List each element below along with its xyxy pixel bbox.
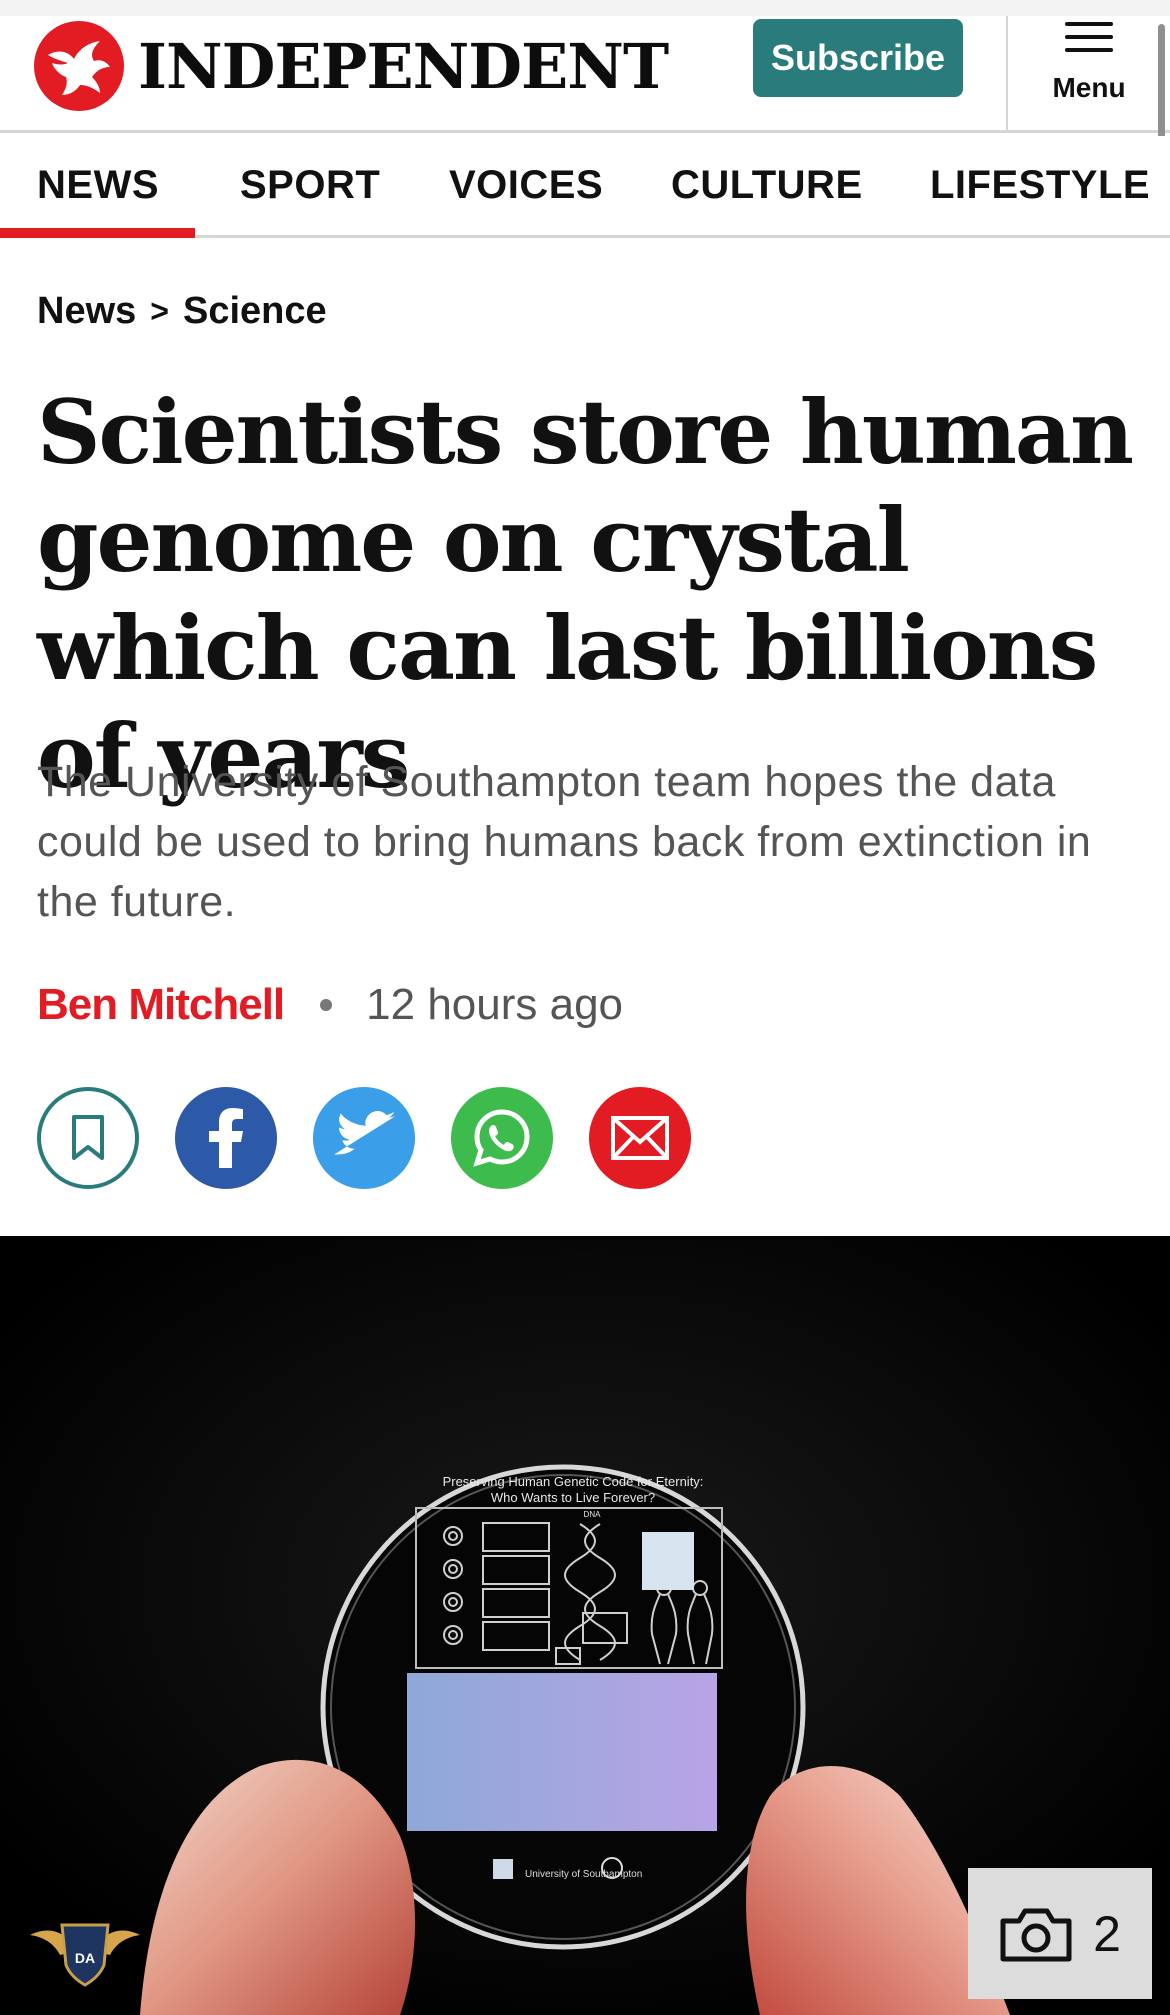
breadcrumb-news-link[interactable]: News bbox=[37, 290, 136, 333]
article-headline: Scientists store human genome on crystal… bbox=[37, 380, 1134, 808]
subscribe-button[interactable]: Subscribe bbox=[753, 19, 963, 97]
nav-item-news[interactable]: NEWS bbox=[0, 136, 195, 238]
byline-dot bbox=[320, 999, 333, 1011]
facebook-share-button[interactable] bbox=[175, 1087, 277, 1189]
nav-item-voices[interactable]: VOICES bbox=[449, 136, 603, 235]
section-nav: NEWS SPORT VOICES CULTURE LIFESTYLE bbox=[0, 136, 1170, 238]
share-bar bbox=[37, 1087, 691, 1189]
site-logo[interactable]: INDEPENDENT bbox=[34, 16, 669, 116]
nav-item-lifestyle[interactable]: LIFESTYLE bbox=[930, 136, 1150, 235]
menu-label: Menu bbox=[1052, 72, 1126, 103]
eagle-logo-icon bbox=[34, 21, 124, 111]
whatsapp-icon bbox=[473, 1109, 530, 1167]
email-share-button[interactable] bbox=[589, 1087, 691, 1189]
status-strip bbox=[0, 0, 1170, 16]
email-icon bbox=[611, 1116, 669, 1160]
photo-count: 2 bbox=[1093, 1905, 1121, 1962]
crystal-dna-label: DNA bbox=[584, 1510, 602, 1519]
hamburger-icon bbox=[1065, 22, 1113, 52]
breadcrumb-science-link[interactable]: Science bbox=[183, 290, 327, 333]
whatsapp-share-button[interactable] bbox=[451, 1087, 553, 1189]
twitter-icon bbox=[334, 1111, 396, 1155]
author-link[interactable]: Ben Mitchell bbox=[37, 980, 285, 1030]
crystal-footer-label: University of Southampton bbox=[525, 1869, 642, 1880]
crystal-title-line2: Who Wants to Live Forever? bbox=[491, 1490, 655, 1505]
nav-item-culture[interactable]: CULTURE bbox=[671, 136, 863, 235]
nav-item-sport[interactable]: SPORT bbox=[240, 136, 380, 235]
breadcrumb-separator: > bbox=[150, 293, 169, 329]
photo-gallery-button[interactable]: 2 bbox=[968, 1868, 1152, 1999]
camera-icon bbox=[1000, 1908, 1072, 1961]
site-header: INDEPENDENT Subscribe Menu bbox=[0, 16, 1170, 133]
breadcrumb: News > Science bbox=[37, 290, 327, 333]
bookmark-button[interactable] bbox=[37, 1087, 139, 1189]
menu-button[interactable]: Menu bbox=[1006, 16, 1170, 133]
article-standfirst: The University of Southampton team hopes… bbox=[37, 758, 1092, 926]
facebook-icon bbox=[209, 1108, 243, 1168]
brand-wordmark: INDEPENDENT bbox=[138, 29, 669, 103]
svg-text:DA: DA bbox=[75, 1950, 95, 1966]
twitter-share-button[interactable] bbox=[313, 1087, 415, 1189]
bookmark-icon bbox=[72, 1115, 104, 1160]
published-time: 12 hours ago bbox=[366, 980, 624, 1029]
crystal-title-line1: Preserving Human Genetic Code for Eterni… bbox=[443, 1474, 704, 1489]
byline: Ben Mitchell 12 hours ago bbox=[37, 980, 623, 1030]
watermark-logo: DA bbox=[10, 1905, 160, 2013]
